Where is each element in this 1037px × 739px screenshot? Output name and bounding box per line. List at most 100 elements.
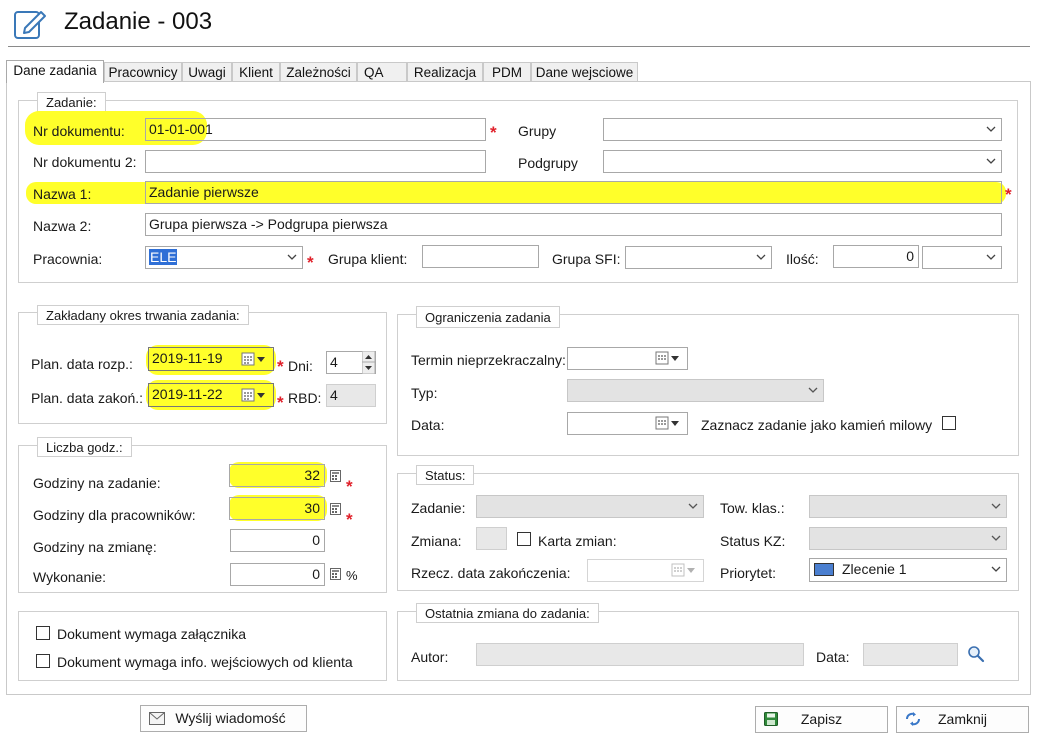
nazwa-2-input[interactable]: Grupa pierwsza -> Podgrupa pierwsza — [145, 213, 1002, 236]
grupa-sfi-select[interactable] — [625, 246, 772, 269]
podgrupy-select[interactable] — [603, 150, 1002, 173]
required-marker: * — [307, 253, 314, 272]
required-marker: * — [346, 510, 353, 529]
chevron-down-icon — [986, 126, 996, 132]
zapisz-label: Zapisz — [800, 711, 843, 727]
dni-value: 4 — [330, 354, 338, 370]
calculator-icon[interactable] — [330, 470, 341, 482]
pracownia-value: ELE — [149, 249, 178, 265]
zamknij-label: Zamknij — [937, 711, 987, 727]
nr-dokumentu-2-input[interactable] — [145, 150, 486, 173]
plan-data-rozp-value: 2019-11-19 — [152, 350, 223, 366]
wyslij-wiadomosc-button[interactable]: Wyślij wiadomość — [140, 705, 307, 732]
calculator-icon[interactable] — [330, 503, 341, 515]
nr-dokumentu-input[interactable]: 01-01-001 — [145, 118, 486, 141]
calculator-icon[interactable] — [330, 568, 341, 580]
zapisz-button[interactable]: Zapisz — [755, 706, 888, 733]
plan-data-rozp-label: Plan. data rozp.: — [31, 356, 133, 372]
spinner-arrows-icon[interactable] — [362, 351, 375, 374]
kamien-milowy-label: Zaznacz zadanie jako kamień milowy — [701, 417, 933, 433]
plan-data-zakon-label: Plan. data zakoń.: — [31, 390, 144, 406]
rzecz-data-label: Rzecz. data zakończenia: — [411, 565, 571, 581]
godziny-na-zadanie-input[interactable]: 32 — [229, 464, 325, 487]
title-divider — [8, 46, 1030, 47]
required-marker: * — [490, 123, 497, 142]
search-icon[interactable] — [967, 645, 985, 663]
ostatnia-zmiana-legend: Ostatnia zmiana do zadania: — [416, 603, 599, 623]
liczba-godz-legend: Liczba godz.: — [37, 437, 132, 457]
chevron-down-icon — [991, 503, 1001, 509]
status-zadanie-label: Zadanie: — [411, 500, 466, 516]
calendar-icon[interactable] — [655, 350, 681, 367]
status-legend: Status: — [416, 465, 475, 485]
karta-zmian-checkbox[interactable] — [517, 532, 531, 546]
priorytet-select[interactable]: Zlecenie 1 — [809, 558, 1007, 582]
calendar-icon[interactable] — [241, 351, 267, 368]
tab-dane-zadania[interactable]: Dane zadania — [6, 60, 104, 83]
required-marker: * — [277, 357, 284, 376]
priorytet-color-swatch — [814, 563, 834, 576]
tab-realizacja[interactable]: Realizacja — [407, 62, 483, 81]
godziny-na-zmiane-input[interactable]: 0 — [230, 529, 325, 552]
status-kz-select[interactable] — [809, 527, 1007, 550]
wykonanie-label: Wykonanie: — [33, 569, 107, 585]
chevron-down-icon — [986, 254, 996, 260]
nazwa-1-input[interactable]: Zadanie pierwsze — [145, 181, 1002, 204]
grupa-klient-input[interactable] — [422, 245, 539, 268]
podgrupy-label: Podgrupy — [518, 155, 578, 171]
priorytet-value: Zlecenie 1 — [842, 561, 907, 577]
chevron-down-icon — [688, 503, 698, 509]
chevron-down-icon — [991, 566, 1001, 572]
tab-uwagi[interactable]: Uwagi — [182, 62, 232, 81]
autor-input — [476, 643, 804, 666]
info-wejsciowe-checkbox[interactable] — [36, 654, 50, 668]
zmiana-label: Zmiana: — [411, 533, 462, 549]
tab-pdm[interactable]: PDM — [483, 62, 531, 81]
ostatnia-data-input — [863, 643, 958, 666]
pracownia-select[interactable]: ELE — [145, 246, 303, 269]
tab-zaleznosci[interactable]: Zależności — [280, 62, 357, 81]
status-zadanie-select[interactable] — [476, 495, 704, 518]
ilosc-input[interactable]: 0 — [833, 245, 919, 268]
godziny-dla-pracownikow-input[interactable]: 30 — [229, 497, 325, 520]
tab-qa[interactable]: QA — [357, 62, 407, 81]
zadanie-legend: Zadanie: — [37, 92, 106, 112]
tow-klas-select[interactable] — [809, 495, 1007, 518]
chevron-down-icon — [287, 254, 297, 260]
ilosc-unit-select[interactable] — [922, 246, 1002, 269]
nr-dokumentu-label: Nr dokumentu: — [33, 123, 125, 139]
required-marker: * — [346, 477, 353, 496]
wykonanie-input[interactable]: 0 — [230, 563, 325, 586]
tab-pracownicy[interactable]: Pracownicy — [104, 62, 182, 81]
grupy-label: Grupy — [518, 123, 557, 139]
edit-note-icon — [14, 11, 46, 39]
tab-klient[interactable]: Klient — [232, 62, 280, 81]
typ-label: Typ: — [411, 385, 438, 401]
ostatnia-data-label: Data: — [816, 649, 850, 665]
chevron-down-icon — [991, 535, 1001, 541]
zamknij-button[interactable]: Zamknij — [896, 706, 1029, 733]
nr-dokumentu-2-label: Nr dokumentu 2: — [33, 154, 137, 170]
priorytet-label: Priorytet: — [720, 565, 777, 581]
status-kz-label: Status KZ: — [720, 533, 786, 549]
calendar-icon[interactable] — [655, 415, 681, 432]
tab-dane-wejsciowe[interactable]: Dane wejsciowe — [531, 62, 638, 81]
data-label: Data: — [411, 417, 445, 433]
grupy-select[interactable] — [603, 118, 1002, 141]
zalacznik-checkbox[interactable] — [36, 626, 50, 640]
ilosc-label: Ilość: — [786, 251, 819, 267]
zalacznik-label: Dokument wymaga załącznika — [57, 626, 247, 642]
kamien-milowy-checkbox[interactable] — [942, 416, 956, 430]
tow-klas-label: Tow. klas.: — [720, 500, 785, 516]
chevron-down-icon — [808, 387, 818, 393]
calendar-icon[interactable] — [241, 387, 267, 404]
grupa-sfi-label: Grupa SFI: — [552, 251, 621, 267]
rbd-label: RBD: — [288, 390, 322, 406]
okres-legend: Zakładany okres trwania zadania: — [37, 305, 249, 325]
typ-select[interactable] — [567, 379, 824, 402]
nazwa-1-label: Nazwa 1: — [33, 186, 92, 202]
nazwa-2-label: Nazwa 2: — [33, 218, 92, 234]
wyslij-wiadomosc-label: Wyślij wiadomość — [175, 710, 286, 726]
termin-label: Termin nieprzekraczalny: — [411, 352, 566, 368]
required-marker: * — [1005, 185, 1012, 204]
